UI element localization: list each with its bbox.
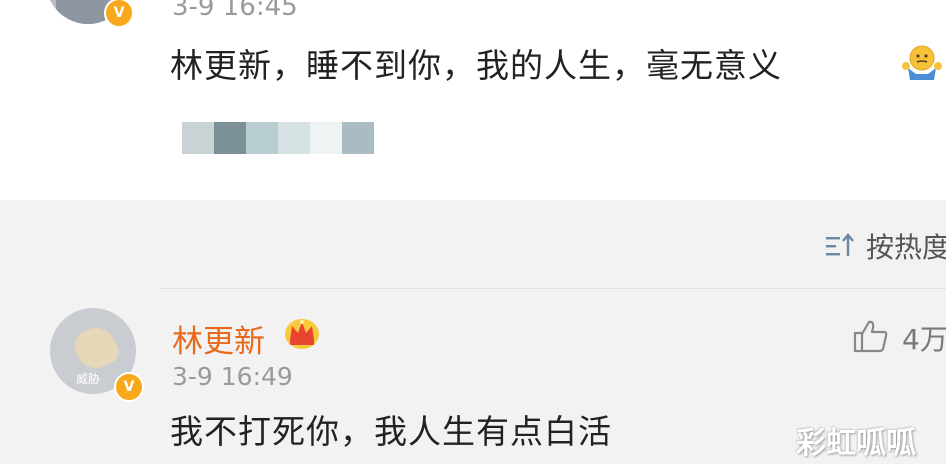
comment-text: 林更新，睡不到你，我的人生，毫无意义: [170, 46, 782, 85]
top-comment-card: [0, 0, 946, 200]
sort-icon[interactable]: [824, 232, 856, 260]
avatar-watermark: 威胁: [76, 372, 101, 386]
watermark: 彩虹呱呱: [796, 426, 916, 461]
like-count: 4万: [902, 323, 946, 356]
comment-timestamp: 3-9 16:45: [172, 0, 298, 22]
blur-pixel: [342, 122, 374, 154]
blur-pixel: [214, 122, 246, 154]
blur-pixel: [182, 122, 214, 154]
shrug-emoji-icon: [902, 45, 942, 80]
blur-pixel: [310, 122, 342, 154]
blur-pixel: [278, 122, 310, 154]
reply-username[interactable]: 林更新: [172, 316, 265, 361]
crown-icon: [285, 319, 319, 349]
sort-by-hot-button[interactable]: 按热度: [866, 226, 946, 266]
verified-badge: V: [114, 372, 144, 402]
reply-timestamp: 3-9 16:49: [172, 362, 293, 391]
sort-bar: [0, 200, 946, 288]
avatar-paw: [69, 321, 123, 375]
pixelated-image-attachment[interactable]: [182, 122, 374, 154]
reply-text: 我不打死你，我人生有点白活: [170, 412, 612, 451]
divider: [160, 288, 946, 289]
thumbs-up-icon[interactable]: [852, 318, 890, 354]
blur-pixel: [246, 122, 278, 154]
